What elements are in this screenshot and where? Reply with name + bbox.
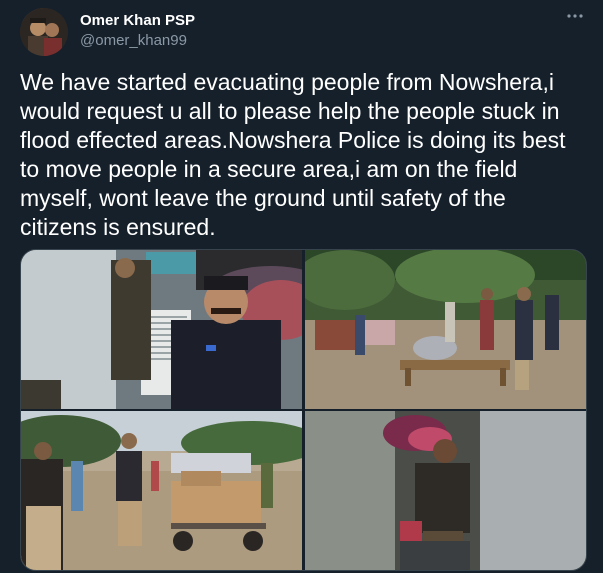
tweet-text: We have started evacuating people from N… (20, 69, 566, 240)
tweet-photo-1[interactable] (21, 250, 302, 409)
media-grid (20, 249, 587, 571)
display-name[interactable]: Omer Khan PSP (80, 12, 195, 29)
user-handle[interactable]: @omer_khan99 (80, 32, 187, 49)
tweet-photo-4[interactable] (305, 411, 586, 570)
more-horizontal-icon (565, 6, 585, 31)
tweet-photo-3[interactable] (21, 411, 302, 570)
tweet-card: Omer Khan PSP @omer_khan99 We have start… (0, 0, 603, 573)
tweet-photo-2[interactable] (305, 250, 586, 409)
avatar[interactable] (20, 8, 68, 56)
more-button[interactable] (560, 6, 590, 30)
